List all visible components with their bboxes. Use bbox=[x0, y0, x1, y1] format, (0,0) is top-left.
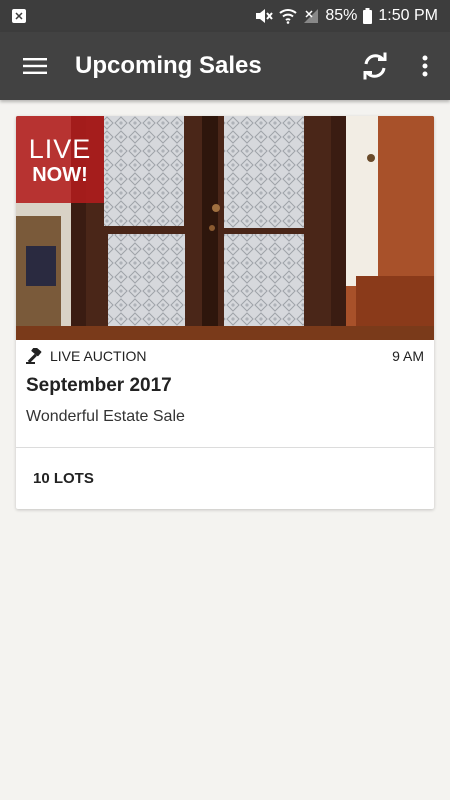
sale-image: LIVE NOW! bbox=[16, 116, 434, 340]
sale-title: September 2017 bbox=[26, 375, 172, 396]
live-now-badge: LIVE NOW! bbox=[16, 116, 104, 203]
lots-label: 10 LOTS bbox=[33, 470, 94, 487]
sale-info: LIVE AUCTION 9 AM September 2017 Wonderf… bbox=[16, 340, 434, 447]
refresh-button[interactable] bbox=[350, 32, 400, 100]
sale-meta-row: LIVE AUCTION 9 AM bbox=[26, 348, 424, 364]
sale-description: Wonderful Estate Sale bbox=[26, 408, 185, 425]
sale-type: LIVE AUCTION bbox=[50, 348, 147, 364]
badge-live-text: LIVE bbox=[28, 133, 92, 164]
battery-percent: 85% bbox=[325, 7, 358, 24]
refresh-icon bbox=[363, 52, 387, 80]
overflow-menu-button[interactable] bbox=[400, 32, 450, 100]
more-vert-icon bbox=[422, 55, 428, 77]
sale-card[interactable]: LIVE NOW! LIVE AUCTION 9 AM September 20… bbox=[16, 116, 434, 509]
menu-button[interactable] bbox=[0, 32, 70, 100]
lots-count[interactable]: 10 LOTS bbox=[16, 448, 434, 509]
clock: 1:50 PM bbox=[378, 7, 438, 24]
app-bar: Upcoming Sales bbox=[0, 32, 450, 100]
page-title: Upcoming Sales bbox=[75, 52, 262, 79]
badge-now-text: NOW! bbox=[32, 163, 88, 186]
battery-icon bbox=[363, 8, 373, 24]
mute-icon bbox=[256, 9, 274, 23]
signal-icon bbox=[304, 9, 319, 23]
status-bar: ✕ 85% 1:50 PM bbox=[0, 0, 450, 32]
gavel-icon bbox=[26, 348, 42, 364]
wifi-icon bbox=[279, 9, 298, 24]
sale-time: 9 AM bbox=[392, 348, 424, 364]
notification-icon: ✕ bbox=[12, 9, 26, 23]
hamburger-icon bbox=[23, 58, 47, 74]
